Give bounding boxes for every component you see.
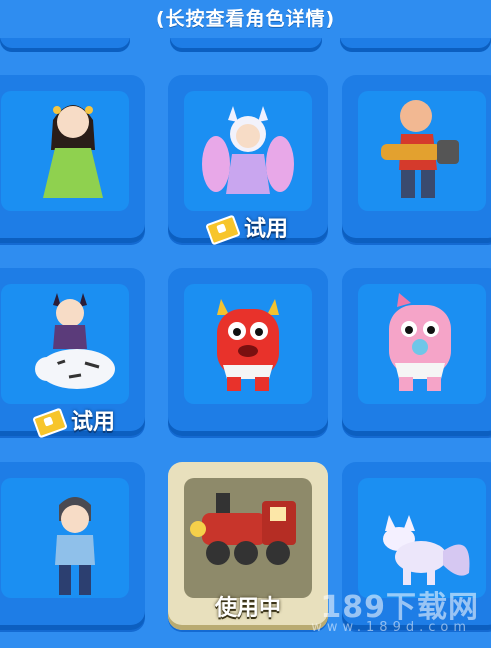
pink-monster-avatar [389, 293, 451, 391]
white-fox-avatar [383, 515, 470, 585]
in-use-label: 使用中 [214, 596, 281, 621]
character-card-nine-tail-fox-girl[interactable]: 试用 [168, 75, 328, 246]
trial-badge: 试用 [168, 211, 328, 246]
character-card-cat-girl-on-white-tiger[interactable]: 试用 [0, 268, 145, 439]
ancient-lady-avatar [43, 105, 103, 198]
trial-badge: 试用 [0, 404, 155, 439]
character-card-red-train[interactable]: 使用中 [168, 462, 328, 630]
ticket-icon [32, 407, 68, 439]
ticket-icon [205, 214, 241, 246]
character-card-chainsaw-man[interactable] [342, 75, 491, 243]
fox-girl-avatar [202, 106, 294, 194]
character-card-boy-in-blue[interactable] [0, 462, 145, 630]
card-above-1 [0, 38, 130, 52]
character-card-pink-pacifier-monster[interactable] [342, 268, 491, 436]
character-card-red-monster[interactable] [168, 268, 328, 436]
hint-text: (长按查看角色详情) [155, 8, 336, 30]
trial-label: 试用 [70, 410, 115, 435]
red-monster-avatar [217, 299, 279, 391]
red-train-avatar [190, 493, 296, 565]
character-card-ancient-lady[interactable] [0, 75, 145, 243]
watermark-url: www.189d.com [311, 620, 471, 635]
cat-girl-tiger-avatar [35, 293, 115, 389]
boy-avatar [55, 497, 95, 595]
card-above-2 [170, 38, 322, 52]
chainsaw-man-avatar [381, 100, 459, 198]
card-above-3 [340, 38, 491, 52]
trial-label: 试用 [243, 217, 288, 242]
